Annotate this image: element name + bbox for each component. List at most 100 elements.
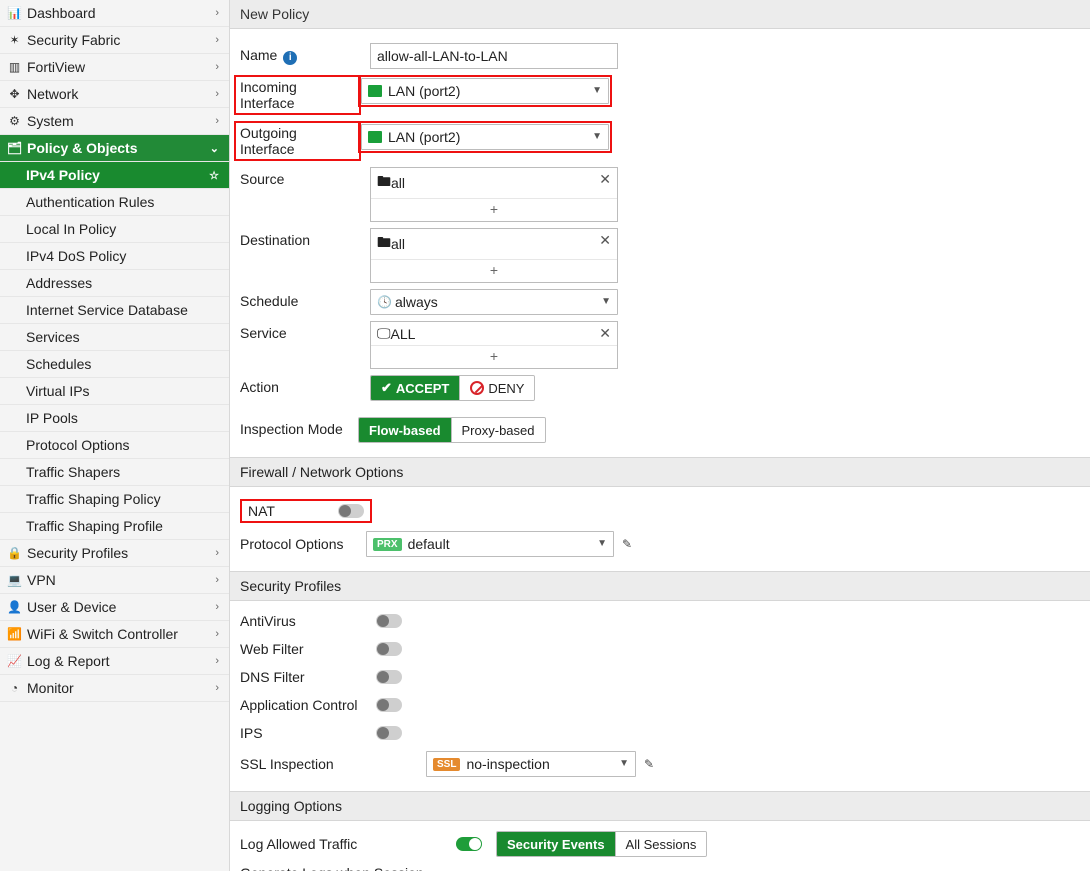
interface-icon — [368, 85, 382, 97]
edit-icon[interactable]: ✎ — [622, 537, 632, 551]
schedule-label: Schedule — [240, 289, 370, 309]
chevron-down-icon: ▼ — [592, 131, 602, 142]
action-label: Action — [240, 375, 370, 395]
edit-icon[interactable]: ✎ — [644, 757, 654, 771]
sidebar-sub-8[interactable]: Virtual IPs — [0, 378, 229, 405]
sidebar-sub-10[interactable]: Protocol Options — [0, 432, 229, 459]
nav-label: Policy & Objects — [27, 140, 210, 156]
nav-label: Internet Service Database — [26, 302, 219, 318]
schedule-select[interactable]: 🕓 always ▼ — [370, 289, 618, 315]
sidebar-item-4[interactable]: ⚙ System › — [0, 108, 229, 135]
sidebar-item-3[interactable]: ✥ Network › — [0, 81, 229, 108]
nav-label: System — [27, 113, 215, 129]
sidebar-sub-7[interactable]: Schedules — [0, 351, 229, 378]
sidebar-tail-5[interactable]: ◔ Monitor › — [0, 675, 229, 702]
sidebar-item-2[interactable]: ▥ FortiView › — [0, 54, 229, 81]
inspection-proxy[interactable]: Proxy-based — [451, 418, 545, 442]
chevron-right-icon: › — [215, 601, 219, 613]
main: New Policy Name i Incoming Interface LAN… — [230, 0, 1090, 871]
sidebar-sub-12[interactable]: Traffic Shaping Policy — [0, 486, 229, 513]
nav-icon: 🗂 — [6, 141, 23, 155]
chevron-right-icon: › — [215, 7, 219, 19]
remove-icon[interactable]: ✕ — [599, 171, 611, 188]
ips-toggle[interactable] — [376, 726, 402, 740]
service-select[interactable]: 🖵 ALL ✕ + — [370, 321, 618, 369]
sidebar-sub-2[interactable]: Local In Policy — [0, 216, 229, 243]
action-accept[interactable]: ✔ ACCEPT — [371, 376, 459, 400]
chevron-down-icon: ▼ — [592, 85, 602, 96]
sidebar-item-policy-objects[interactable]: 🗂 Policy & Objects ⌄ — [0, 135, 229, 162]
chevron-right-icon: › — [215, 655, 219, 667]
service-add[interactable]: + — [371, 345, 617, 368]
nat-toggle[interactable] — [338, 504, 364, 518]
nav-label: User & Device — [27, 599, 215, 615]
log-allowed-toggle[interactable] — [456, 837, 482, 851]
firewall-header: Firewall / Network Options — [230, 457, 1090, 487]
sidebar-item-1[interactable]: ✶ Security Fabric › — [0, 27, 229, 54]
source-add[interactable]: + — [371, 198, 617, 221]
action-deny[interactable]: DENY — [459, 376, 534, 400]
sidebar-sub-1[interactable]: Authentication Rules — [0, 189, 229, 216]
sslinspection-select[interactable]: SSL no-inspection ▼ — [426, 751, 636, 777]
antivirus-toggle[interactable] — [376, 614, 402, 628]
nav-label: Traffic Shaping Policy — [26, 491, 219, 507]
chevron-down-icon: ⌄ — [210, 142, 219, 155]
basic-form: Name i Incoming Interface LAN (port2) ▼ … — [230, 29, 1090, 457]
ips-label: IPS — [240, 725, 370, 741]
protocol-options-select[interactable]: PRX default ▼ — [366, 531, 614, 557]
sidebar-sub-11[interactable]: Traffic Shapers — [0, 459, 229, 486]
sidebar-sub-0[interactable]: IPv4 Policy☆ — [0, 162, 229, 189]
star-icon[interactable]: ☆ — [209, 169, 219, 182]
sidebar-tail-3[interactable]: 📶 WiFi & Switch Controller › — [0, 621, 229, 648]
chevron-right-icon: › — [215, 88, 219, 100]
interface-icon — [368, 131, 382, 143]
sidebar-tail-1[interactable]: 💻 VPN › — [0, 567, 229, 594]
nav-label: IPv4 Policy — [26, 167, 209, 183]
sidebar-sub-4[interactable]: Addresses — [0, 270, 229, 297]
page-title: New Policy — [230, 0, 1090, 29]
name-input[interactable] — [370, 43, 618, 69]
chevron-right-icon: › — [215, 547, 219, 559]
sidebar-sub-6[interactable]: Services — [0, 324, 229, 351]
webfilter-label: Web Filter — [240, 641, 370, 657]
incoming-interface-select[interactable]: LAN (port2) ▼ — [361, 78, 609, 104]
sidebar-sub-3[interactable]: IPv4 DoS Policy — [0, 243, 229, 270]
antivirus-label: AntiVirus — [240, 613, 370, 629]
nav-label: Local In Policy — [26, 221, 219, 237]
sidebar-sub-13[interactable]: Traffic Shaping Profile — [0, 513, 229, 540]
inspection-toggle: Flow-based Proxy-based — [358, 417, 546, 443]
sslinspection-value: no-inspection — [466, 756, 549, 772]
sidebar-sub-9[interactable]: IP Pools — [0, 405, 229, 432]
remove-icon[interactable]: ✕ — [599, 325, 611, 342]
nav-label: Network — [27, 86, 215, 102]
nav-label: IP Pools — [26, 410, 219, 426]
source-value: all — [391, 175, 405, 191]
dnsfilter-toggle[interactable] — [376, 670, 402, 684]
prx-badge: PRX — [373, 538, 402, 551]
inspection-label: Inspection Mode — [240, 417, 358, 437]
destination-select[interactable]: 🖿 all ✕ + — [370, 228, 618, 283]
log-all-sessions[interactable]: All Sessions — [615, 832, 707, 856]
source-label: Source — [240, 167, 370, 187]
outgoing-interface-select[interactable]: LAN (port2) ▼ — [361, 124, 609, 150]
sidebar-sub-5[interactable]: Internet Service Database — [0, 297, 229, 324]
remove-icon[interactable]: ✕ — [599, 232, 611, 249]
sidebar-tail-2[interactable]: 👤 User & Device › — [0, 594, 229, 621]
incoming-value: LAN (port2) — [388, 83, 460, 99]
nav-icon: 📶 — [6, 627, 23, 641]
log-security-events[interactable]: Security Events — [497, 832, 615, 856]
webfilter-toggle[interactable] — [376, 642, 402, 656]
sidebar-tail-0[interactable]: 🔒 Security Profiles › — [0, 540, 229, 567]
sidebar-item-0[interactable]: 📊 Dashboard › — [0, 0, 229, 27]
nav-label: Authentication Rules — [26, 194, 219, 210]
source-select[interactable]: 🖿 all ✕ + — [370, 167, 618, 222]
sidebar-tail-4[interactable]: 📈 Log & Report › — [0, 648, 229, 675]
destination-add[interactable]: + — [371, 259, 617, 282]
nav-label: Virtual IPs — [26, 383, 219, 399]
inspection-flow[interactable]: Flow-based — [359, 418, 451, 442]
address-icon: 🖿 — [377, 232, 391, 256]
info-icon[interactable]: i — [283, 51, 297, 65]
appcontrol-toggle[interactable] — [376, 698, 402, 712]
ssl-badge: SSL — [433, 758, 460, 771]
schedule-value: always — [395, 294, 438, 310]
